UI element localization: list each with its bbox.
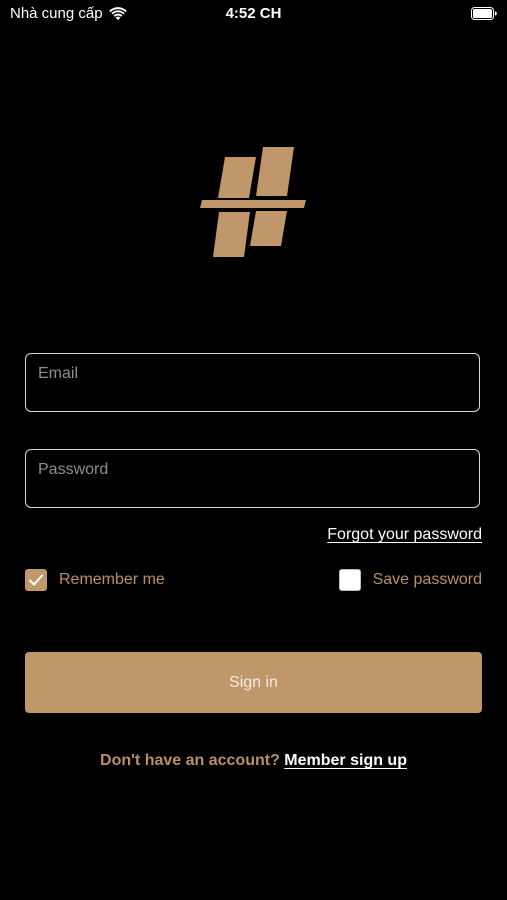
signup-line: Don't have an account? Member sign up (0, 752, 507, 770)
remember-me-checkbox[interactable] (25, 569, 47, 591)
email-input[interactable] (26, 354, 479, 411)
save-password-toggle[interactable]: Save password (338, 569, 482, 591)
remember-me-toggle[interactable]: Remember me (25, 569, 165, 591)
email-field[interactable] (25, 353, 480, 412)
password-input[interactable] (26, 450, 479, 507)
save-password-checkbox[interactable] (338, 569, 361, 591)
signup-prompt: Don't have an account? (100, 752, 280, 769)
battery-icon (471, 7, 497, 20)
checkmark-icon (29, 574, 43, 586)
remember-me-label: Remember me (59, 571, 165, 588)
forgot-password-link[interactable]: Forgot your password (327, 526, 482, 544)
status-bar: Nhà cung cấp 4:52 CH (0, 0, 507, 30)
password-field[interactable] (25, 449, 480, 508)
save-password-label: Save password (372, 571, 482, 588)
member-signup-link[interactable]: Member sign up (284, 752, 407, 769)
status-time: 4:52 CH (225, 5, 282, 22)
brand-logo (200, 145, 308, 260)
sign-in-button[interactable]: Sign in (25, 652, 482, 713)
